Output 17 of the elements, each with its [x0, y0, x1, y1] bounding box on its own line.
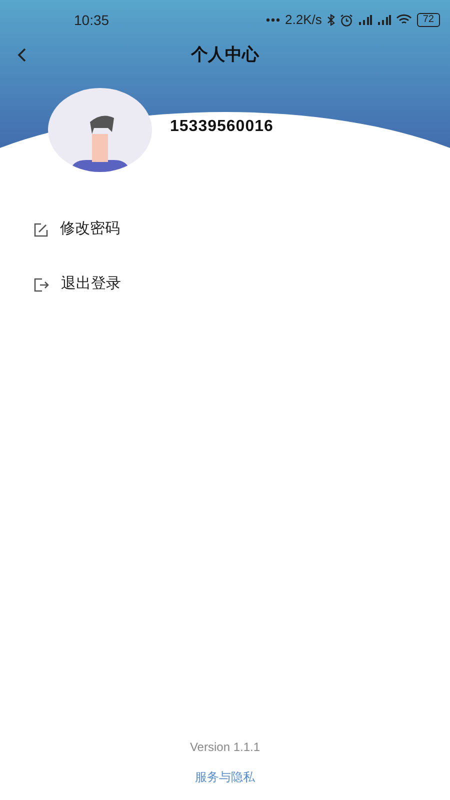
phone-number: 15339560016 — [170, 117, 274, 137]
logout-icon — [34, 278, 49, 292]
bluetooth-icon — [326, 14, 335, 26]
menu-item[interactable]: 修改密码 — [0, 202, 450, 257]
status-time: 10:35 — [74, 10, 110, 30]
signal-icon — [358, 14, 372, 26]
battery-indicator: 72 — [416, 13, 440, 27]
dots-icon — [266, 18, 280, 22]
version-text: Version 1.1.1 — [190, 739, 260, 756]
network-speed: 2.2K/s — [285, 11, 322, 30]
menu-item[interactable]: 退出登录 — [0, 257, 450, 312]
back-icon — [16, 48, 28, 62]
wifi-icon — [396, 14, 412, 26]
alarm-icon — [340, 14, 353, 26]
signal-icon — [376, 14, 391, 26]
edit-icon — [34, 222, 48, 236]
page-title: 个人中心 — [191, 44, 259, 66]
